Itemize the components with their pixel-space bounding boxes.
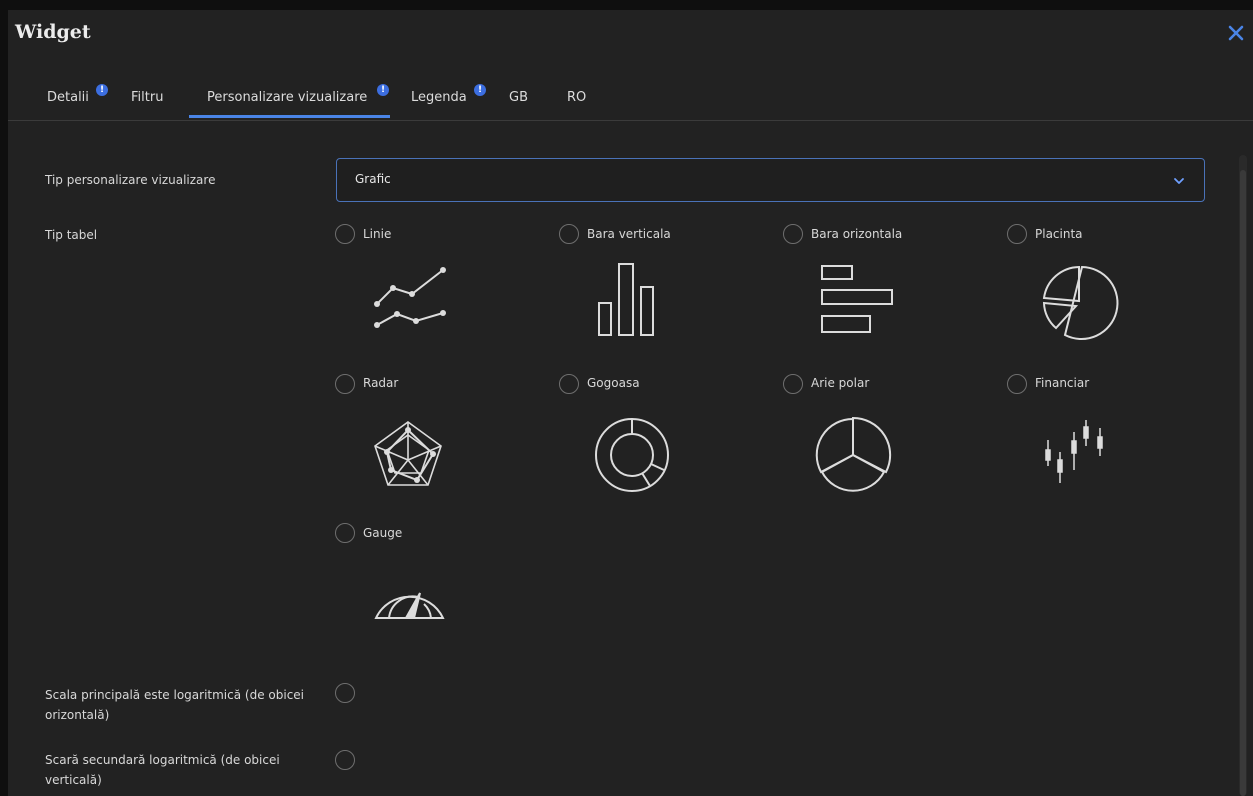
widget-dialog: Widget Detalii ! Filtru Personalizare vi… [8,10,1253,796]
horizontal-bar-chart-icon[interactable] [808,258,898,348]
tab-ro[interactable]: RO [567,76,586,118]
tab-personalizare-alert-badge: ! [377,84,389,96]
secondary-log-scale-label-line1: Scară secundară logaritmică (de obicei [45,753,280,767]
radio-linie[interactable] [335,224,355,244]
radio-placinta[interactable] [1007,224,1027,244]
secondary-log-scale-checkbox[interactable] [335,750,355,770]
tab-detalii[interactable]: Detalii [47,76,89,118]
tab-label: Filtru [131,90,164,105]
primary-log-scale-label: Scala principală este logaritmică (de ob… [45,685,304,725]
option-label-linie[interactable]: Linie [363,227,391,241]
option-label-placinta[interactable]: Placinta [1035,227,1083,241]
secondary-log-scale-label: Scară secundară logaritmică (de obicei v… [45,750,280,790]
table-type-label: Tip tabel [45,228,98,242]
vertical-bar-chart-icon[interactable] [584,258,674,348]
option-label-arie-polar[interactable]: Arie polar [811,376,869,390]
visualization-type-select[interactable]: Grafic [336,158,1205,202]
financial-chart-icon[interactable] [1028,410,1118,500]
tabs-divider [8,120,1253,121]
primary-log-scale-label-line1: Scala principală este logaritmică (de ob… [45,688,305,702]
donut-chart-icon[interactable] [587,410,677,500]
radio-gogoasa[interactable] [559,374,579,394]
radio-gauge[interactable] [335,523,355,543]
tab-label: RO [567,90,587,105]
radio-financiar[interactable] [1007,374,1027,394]
radio-bara-verticala[interactable] [559,224,579,244]
visualization-type-value: Grafic [355,172,391,186]
visualization-type-label: Tip personalizare vizualizare [45,173,216,187]
tab-detalii-alert-badge: ! [96,84,108,96]
dialog-title: Widget [15,21,91,43]
primary-log-scale-label-line2: orizontală) [45,708,110,722]
close-icon[interactable] [1225,22,1247,44]
radar-chart-icon[interactable] [363,410,453,500]
primary-log-scale-checkbox[interactable] [335,683,355,703]
option-label-gogoasa[interactable]: Gogoasa [587,376,640,390]
radio-bara-orizontala[interactable] [783,224,803,244]
line-chart-icon[interactable] [360,258,450,348]
option-label-bara-orizontala[interactable]: Bara orizontala [811,227,902,241]
tab-label: Legenda [411,90,467,105]
tab-bar: Detalii ! Filtru Personalizare vizualiza… [8,76,1253,118]
tab-label: Detalii [47,90,89,105]
tab-label: GB [509,90,528,105]
radio-arie-polar[interactable] [783,374,803,394]
tab-gb[interactable]: GB [509,76,528,118]
tab-legenda-alert-badge: ! [474,84,486,96]
dialog-header: Widget [8,10,1253,58]
pie-chart-icon[interactable] [1032,258,1122,348]
tab-filtru[interactable]: Filtru [131,76,163,118]
secondary-log-scale-label-line2: verticală) [45,773,102,787]
option-label-bara-verticala[interactable]: Bara verticala [587,227,671,241]
gauge-chart-icon[interactable] [363,563,453,653]
scrollbar-thumb[interactable] [1240,170,1246,796]
tab-legenda[interactable]: Legenda [411,76,467,118]
chevron-down-icon [1172,173,1186,187]
option-label-radar[interactable]: Radar [363,376,398,390]
option-label-gauge[interactable]: Gauge [363,526,402,540]
tab-personalizare-vizualizare[interactable]: Personalizare vizualizare [189,76,390,118]
polar-area-chart-icon[interactable] [808,410,898,500]
option-label-financiar[interactable]: Financiar [1035,376,1089,390]
tab-label: Personalizare vizualizare [207,90,368,105]
radio-radar[interactable] [335,374,355,394]
